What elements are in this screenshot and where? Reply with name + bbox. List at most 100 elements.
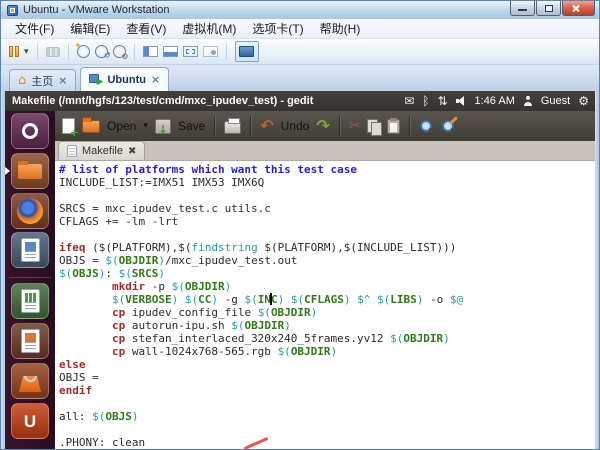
vmware-menubar: 文件(F)编辑(E)查看(V)虚拟机(M)选项卡(T)帮助(H) [1,19,599,39]
code-line: $(VERBOSE) $(CC) -g $(INC) $(CFLAGS) $^ … [59,293,595,306]
search-icon[interactable] [419,119,434,134]
show-library-icon[interactable] [143,46,158,57]
code-line: INCLUDE_LIST:=IMX51 IMX53 IMX6Q [59,176,595,189]
tab-ubuntu-close-icon[interactable]: × [151,73,160,86]
code-line: OBJS = $(OBJDIR)/mxc_ipudev_test.out [59,254,595,267]
user-indicator-icon[interactable] [523,96,533,106]
minimize-button[interactable] [510,1,535,16]
launcher-item-software-center[interactable] [11,363,49,399]
vmware-toolbar: ▾ ✦ ↺ ⚙ [1,39,599,65]
shopping-bag-icon [19,376,41,392]
launcher-divider [9,277,51,278]
console-view-button[interactable] [235,41,259,62]
network-indicator-icon[interactable]: ⇅ [437,95,447,107]
launcher-item-writer[interactable] [11,232,49,268]
launcher-item-firefox[interactable] [11,193,49,229]
vmware-app-icon [7,5,18,16]
take-snapshot-icon[interactable]: ✦ [77,45,90,58]
tab-home[interactable]: ⌂ 主页 × [9,69,76,91]
search-replace-icon[interactable] [441,119,456,134]
copy-icon[interactable] [367,119,380,134]
suspend-icon[interactable] [9,46,19,57]
launcher-item-calc[interactable] [11,283,49,319]
launcher-item-ubuntu-one[interactable]: U [11,403,49,439]
code-line: # list of platforms which want this test… [59,163,595,176]
code-line [59,423,595,436]
fullscreen-icon[interactable] [183,46,198,57]
paste-icon[interactable] [387,119,400,134]
tab-home-label: 主页 [31,73,53,89]
ubuntu-screen: Makefile (/mnt/hgfs/123/test/cmd/mxc_ipu… [5,91,595,449]
folder-icon [18,164,42,179]
code-line [59,189,595,202]
print-icon[interactable] [224,121,241,134]
code-line [59,397,595,410]
message-indicator-icon[interactable]: ✉ [404,95,414,107]
save-icon[interactable]: ↓ [155,119,171,134]
open-button[interactable]: Open [107,119,136,133]
redo-icon[interactable]: ↷ [316,118,329,134]
document-tab-close-icon[interactable]: ✖ [128,146,136,157]
unity-top-panel: Makefile (/mnt/hgfs/123/test/cmd/mxc_ipu… [5,91,595,111]
clock[interactable]: 1:46 AM [475,95,515,107]
window-border-left [1,91,5,449]
gedit-window: + Open ▾ ↓ Save ↶ Undo ↷ ✂ [55,111,595,449]
tab-ubuntu-label: Ubuntu [107,74,145,86]
cut-icon[interactable]: ✂ [349,119,361,133]
session-gear-icon[interactable]: ⚙ [578,95,589,107]
unity-mode-icon[interactable] [203,46,218,57]
gedit-tab-bar: Makefile ✖ [55,141,595,161]
sound-indicator-icon[interactable] [456,96,467,106]
menu-item[interactable]: 选项卡(T) [244,18,311,39]
window-controls [509,1,595,16]
menu-item[interactable]: 帮助(H) [312,18,369,39]
tab-ubuntu[interactable]: ▶ Ubuntu × [80,67,169,91]
open-dropdown-icon[interactable]: ▾ [143,121,148,131]
revert-snapshot-icon[interactable]: ↺ [95,45,108,58]
code-line: cp stefan_interlaced_320x240_5frames.yv1… [59,332,595,345]
console-screen-icon [239,46,254,57]
restore-icon [545,5,553,12]
document-tab[interactable]: Makefile ✖ [58,141,145,160]
minimize-icon [518,9,527,11]
code-line: cp ipudev_config_file $(OBJDIR) [59,306,595,319]
ctrl-alt-del-icon[interactable] [46,47,60,57]
menu-item[interactable]: 查看(V) [118,18,174,39]
undo-button[interactable]: Undo [281,119,310,133]
impress-icon [21,329,40,353]
indicator-area: ✉ ᛒ ⇅ 1:46 AM Guest ⚙ [404,95,595,107]
vmware-window: Ubuntu - VMware Workstation 文件(F)编辑(E)查看… [0,0,600,450]
menu-item[interactable]: 编辑(E) [62,18,118,39]
menu-item[interactable]: 文件(F) [7,18,62,39]
firefox-icon [17,198,43,224]
window-title: Ubuntu - VMware Workstation [23,1,170,19]
window-border-right [595,91,599,449]
running-app-arrow-icon [5,167,10,175]
close-button[interactable] [562,1,595,16]
user-name[interactable]: Guest [541,95,570,107]
snapshot-manager-icon[interactable]: ⚙ [113,45,126,58]
code-line: cp wall-1024x768-565.rgb $(OBJDIR) [59,345,595,358]
code-area[interactable]: # list of platforms which want this test… [55,161,595,449]
tab-home-close-icon[interactable]: × [58,74,67,87]
launcher-item-dash[interactable] [11,113,49,149]
new-document-icon[interactable]: + [62,118,75,134]
text-caret [270,293,272,305]
launcher-item-impress[interactable] [11,323,49,359]
home-icon: ⌂ [18,75,26,87]
open-icon[interactable] [82,120,100,133]
code-line: cp autorun-ipu.sh $(OBJDIR) [59,319,595,332]
calc-icon [21,289,40,313]
titlebar: Ubuntu - VMware Workstation [1,1,599,19]
menu-item[interactable]: 虚拟机(M) [174,18,244,39]
restore-button[interactable] [536,1,561,16]
undo-icon[interactable]: ↶ [260,118,273,134]
launcher-item-files[interactable] [11,153,49,189]
save-button[interactable]: Save [178,119,205,133]
show-thumbnail-bar-icon[interactable] [163,46,178,57]
code-line: else [59,358,595,371]
active-window-title: Makefile (/mnt/hgfs/123/test/cmd/mxc_ipu… [5,95,404,107]
suspend-dropdown-icon[interactable]: ▾ [24,47,29,57]
bluetooth-indicator-icon[interactable]: ᛒ [422,95,429,107]
code-line: CFLAGS += -lm -lrt [59,215,595,228]
